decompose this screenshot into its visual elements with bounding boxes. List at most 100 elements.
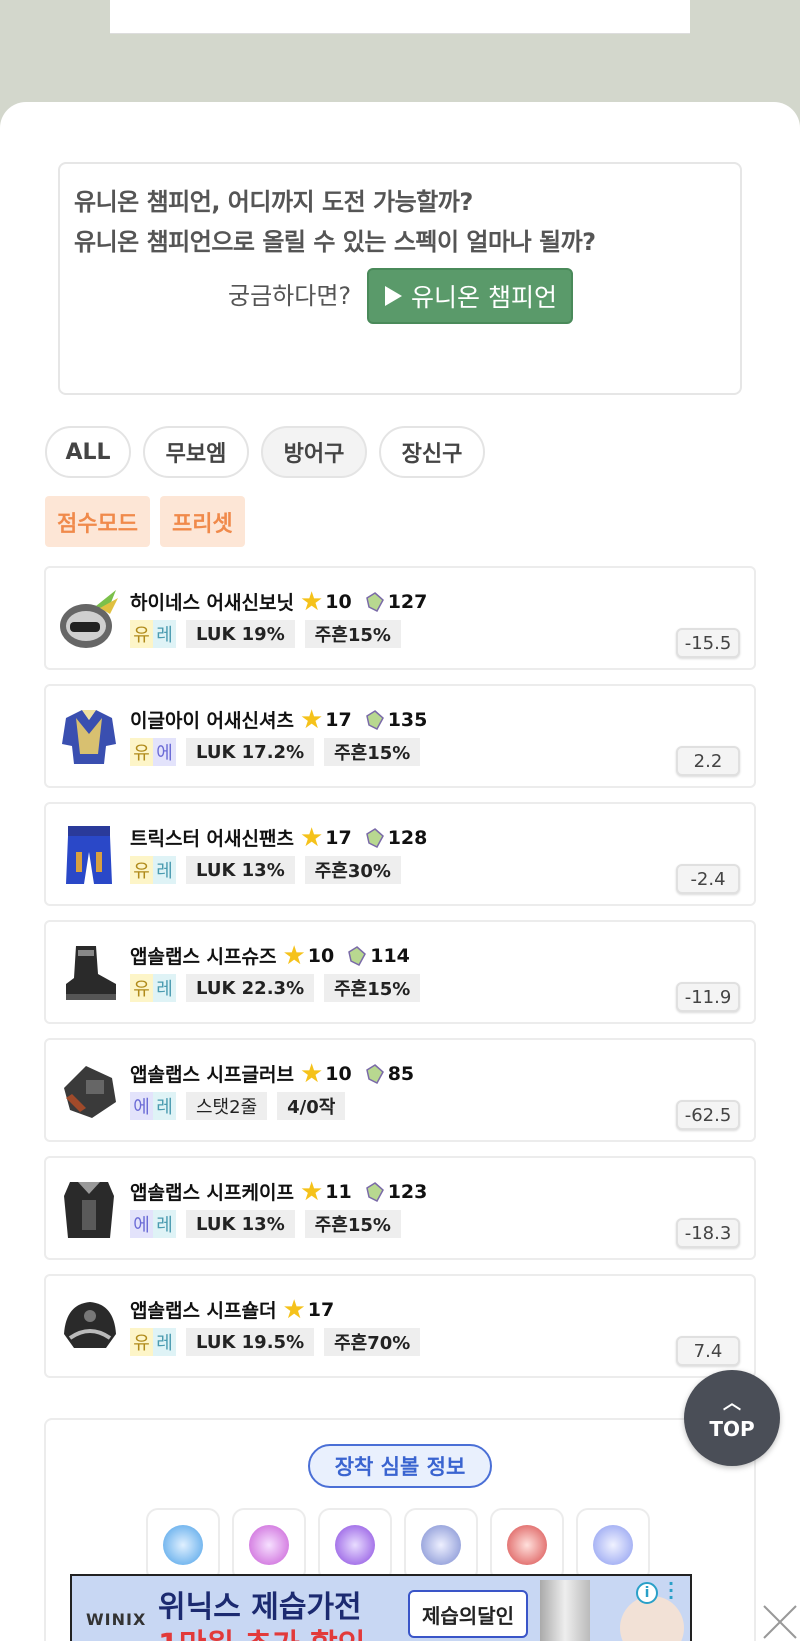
symbol-icon [593,1525,633,1565]
ad-badge: 제습의달인 [408,1590,528,1638]
potential-grade-additional: 레 [153,1328,176,1356]
star-force-value: 10 [325,590,352,613]
item-score: -18.3 [676,1218,740,1248]
item-score: -15.5 [676,628,740,658]
glove-icon [64,1066,116,1118]
shirt-icon [62,710,116,764]
star-force-value: 17 [307,1298,335,1321]
item-score: 7.4 [676,1336,740,1366]
flame-gem-icon [365,591,384,612]
potential-grade-additional: 에 [153,738,176,766]
close-ad-icon[interactable] [760,1602,800,1641]
equipment-item[interactable]: 앱솔랩스 시프숄더 ★ 17 유레 LUK 19.5% 주흔70% 7.4 [44,1274,756,1378]
item-name: 앱솔랩스 시프케이프 [130,1182,294,1204]
symbol-slot[interactable] [490,1508,564,1582]
equipment-item[interactable]: 하이네스 어새신보닛 ★ 10 127 유레 LUK 19% 주흔15% -15… [44,566,756,670]
play-icon [385,286,403,306]
preset-button[interactable]: 프리셋 [159,496,245,547]
potential-grade: 유레 [130,1328,176,1356]
potential-grade-additional: 레 [153,1210,176,1238]
scroll-tag: 주흔15% [304,620,401,648]
potential-grade-main: 에 [130,1210,153,1238]
scroll-tag: 주흔70% [324,1328,421,1356]
potential-stat-tag: LUK 13% [186,1210,295,1238]
potential-stat-tag: LUK 13% [186,856,295,884]
potential-grade-main: 에 [130,1092,153,1120]
symbol-slot[interactable] [318,1508,392,1582]
helmet-icon [60,590,118,648]
equipment-item[interactable]: 트릭스터 어새신팬츠 ★ 17 128 유레 LUK 13% 주흔30% -2.… [44,802,756,906]
symbol-info-button[interactable]: 장착 심볼 정보 [308,1444,492,1488]
ad-info-icon[interactable]: i [636,1582,658,1604]
filter-all-label: ALL [65,439,111,465]
symbol-slot[interactable] [404,1508,478,1582]
symbol-icon [421,1525,461,1565]
flame-score: 127 [387,590,428,613]
equipment-item[interactable]: 앱솔랩스 시프글러브 ★ 10 85 에레 스탯2줄 4/0작 -62.5 [44,1038,756,1142]
potential-grade-main: 유 [130,1328,153,1356]
filter-armor[interactable]: 방어구 [261,426,367,478]
filter-weapon-emblem[interactable]: 무보엠 [143,426,249,478]
potential-grade-main: 유 [130,620,153,648]
potential-grade-main: 유 [130,738,153,766]
scroll-tag: 4/0작 [277,1092,346,1120]
item-score: -62.5 [676,1100,740,1130]
flame-score: 128 [387,826,428,849]
filter-accessory-label: 장신구 [401,442,463,467]
symbol-slot[interactable] [576,1508,650,1582]
potential-stat-tag: LUK 19% [186,620,295,648]
star-force-icon: ★ [299,822,324,853]
ad-more-icon[interactable]: · · · [668,1576,674,1606]
potential-grade: 유레 [130,856,176,884]
score-mode-button[interactable]: 점수모드 [45,496,150,547]
pants-icon [66,826,112,884]
item-name: 하이네스 어새신보닛 [130,592,294,614]
flame-gem-icon [348,945,367,966]
filter-all[interactable]: ALL [45,426,131,478]
star-force-icon: ★ [299,1058,324,1089]
shoes-icon [66,946,116,1000]
scroll-tag: 주흔30% [304,856,401,884]
potential-grade: 에레 [130,1092,176,1120]
star-force-value: 11 [325,1180,352,1203]
mode-toggles: 점수모드 프리셋 [45,496,245,547]
symbol-slot[interactable] [146,1508,220,1582]
filter-armor-label: 방어구 [283,442,345,467]
flame-score: 123 [387,1180,428,1203]
item-score: -2.4 [676,864,740,894]
promo-question: 궁금하다면? [228,282,352,310]
promo-line-2: 유니온 챔피언으로 올릴 수 있는 스펙이 얼마나 될까? [74,228,596,256]
star-force-icon: ★ [299,586,324,617]
potential-stat-tag: LUK 22.3% [186,974,315,1002]
scroll-top-button[interactable]: ︿ TOP [684,1370,780,1466]
item-name: 트릭스터 어새신팬츠 [130,828,294,850]
filter-accessory[interactable]: 장신구 [379,426,485,478]
potential-grade-additional: 레 [153,1092,176,1120]
star-force-icon: ★ [299,704,324,735]
potential-grade: 유레 [130,620,176,648]
category-filters: ALL 무보엠 방어구 장신구 [45,426,485,478]
potential-grade-main: 유 [130,974,153,1002]
potential-grade: 유에 [130,738,176,766]
equipment-item[interactable]: 앱솔랩스 시프케이프 ★ 11 123 에레 LUK 13% 주흔15% -18… [44,1156,756,1260]
ad-subheadline: 1만원 추가 할인 [158,1620,365,1641]
symbol-icon [163,1525,203,1565]
item-score: 2.2 [676,746,740,776]
chevron-up-icon: ︿ [723,1393,741,1414]
union-champion-button-label: 유니온 챔피언 [411,283,557,312]
cape-icon [64,1182,114,1238]
advertisement-banner[interactable]: WINIX 위닉스 제습가전 1만원 추가 할인 제습의달인 i ··· [70,1574,692,1641]
scroll-tag: 주흔15% [304,1210,401,1238]
potential-grade: 유레 [130,974,176,1002]
flame-score: 114 [370,944,410,967]
symbol-slot[interactable] [232,1508,306,1582]
shoulder-icon [64,1302,116,1348]
flame-gem-icon [365,1181,384,1202]
promo-line-1: 유니온 챔피언, 어디까지 도전 가능할까? [74,188,473,216]
scroll-tag: 주흔15% [324,738,421,766]
equipment-item[interactable]: 이글아이 어새신셔츠 ★ 17 135 유에 LUK 17.2% 주흔15% 2… [44,684,756,788]
flame-score: 85 [387,1062,415,1085]
union-champion-button[interactable]: 유니온 챔피언 [367,268,573,324]
equipment-item[interactable]: 앱솔랩스 시프슈즈 ★ 10 114 유레 LUK 22.3% 주흔15% -1… [44,920,756,1024]
ad-brand: WINIX [86,1610,147,1629]
